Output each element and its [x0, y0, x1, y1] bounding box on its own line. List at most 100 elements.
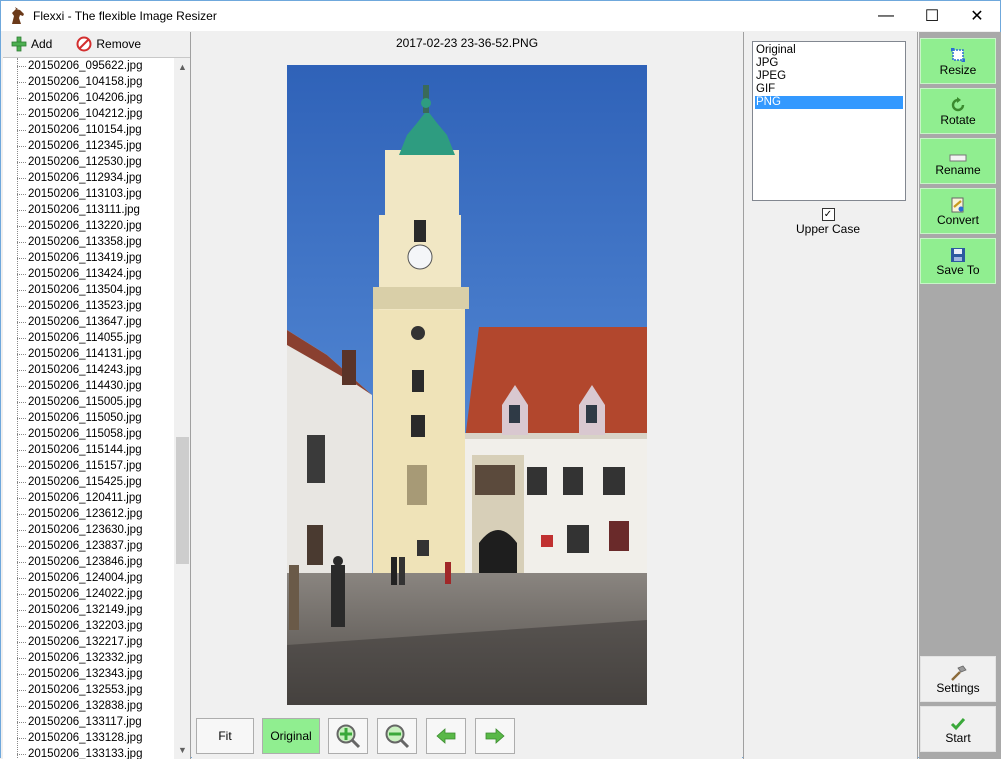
file-list-item[interactable]: 20150206_113111.jpg: [3, 202, 173, 218]
arrow-right-icon: [485, 728, 505, 744]
save-to-label: Save To: [936, 263, 980, 277]
file-list-item[interactable]: 20150206_132838.jpg: [3, 698, 173, 714]
convert-button[interactable]: Convert: [920, 188, 996, 234]
original-size-button[interactable]: Original: [262, 718, 320, 754]
file-list-item[interactable]: 20150206_115144.jpg: [3, 442, 173, 458]
fit-button[interactable]: Fit: [196, 718, 254, 754]
file-list-item[interactable]: 20150206_112934.jpg: [3, 170, 173, 186]
rename-icon: [949, 154, 967, 162]
file-list-item[interactable]: 20150206_114243.jpg: [3, 362, 173, 378]
file-list-item[interactable]: 20150206_113424.jpg: [3, 266, 173, 282]
minimize-button[interactable]: —: [863, 1, 909, 31]
file-list[interactable]: 20150206_095622.jpg 20150206_104158.jpg 20…: [3, 57, 190, 759]
file-list-item[interactable]: 20150206_132332.jpg: [3, 650, 173, 666]
file-list-item[interactable]: 20150206_104212.jpg: [3, 106, 173, 122]
upper-case-checkbox[interactable]: ✓: [821, 208, 835, 221]
file-list-item[interactable]: 20150206_115058.jpg: [3, 426, 173, 442]
resize-label: Resize: [939, 63, 977, 77]
previous-image-button[interactable]: [426, 718, 466, 754]
file-list-item[interactable]: 20150206_133133.jpg: [3, 746, 173, 759]
file-list-item[interactable]: 20150206_112530.jpg: [3, 154, 173, 170]
file-list-item[interactable]: 20150206_114430.jpg: [3, 378, 173, 394]
plus-icon: [11, 36, 27, 52]
file-list-item[interactable]: 20150206_115005.jpg: [3, 394, 173, 410]
app-window: Flexxi - The flexible Image Resizer — ☐ …: [0, 0, 1001, 759]
file-list-item[interactable]: 20150206_095622.jpg: [3, 58, 173, 74]
close-button[interactable]: ✕: [954, 1, 1000, 31]
settings-label: Settings: [936, 681, 980, 695]
format-option[interactable]: PNG: [755, 96, 903, 109]
preview-image: [287, 65, 647, 705]
file-list-item[interactable]: 20150206_113523.jpg: [3, 298, 173, 314]
file-toolbar: Add Remove: [1, 32, 191, 56]
file-list-item[interactable]: 20150206_133117.jpg: [3, 714, 173, 730]
save-to-button[interactable]: Save To: [920, 238, 996, 284]
add-button[interactable]: Add: [7, 33, 56, 55]
file-list-item[interactable]: 20150206_113647.jpg: [3, 314, 173, 330]
format-list[interactable]: Original JPG JPEG GIF PNG: [752, 41, 906, 201]
scrollbar-thumb[interactable]: [176, 437, 189, 564]
file-list-item[interactable]: 20150206_124004.jpg: [3, 570, 173, 586]
file-list-item[interactable]: 20150206_123837.jpg: [3, 538, 173, 554]
file-list-item[interactable]: 20150206_124022.jpg: [3, 586, 173, 602]
rotate-button[interactable]: Rotate: [920, 88, 996, 134]
file-list-item[interactable]: 20150206_132203.jpg: [3, 618, 173, 634]
file-list-scrollbar[interactable]: ▲ ▼: [174, 58, 190, 759]
file-list-item[interactable]: 20150206_132553.jpg: [3, 682, 173, 698]
view-toolbar: Fit Original: [192, 718, 742, 756]
file-list-item[interactable]: 20150206_132217.jpg: [3, 634, 173, 650]
zoom-in-button[interactable]: [328, 718, 368, 754]
options-panel: Original JPG JPEG GIF PNG ✓ Upper Case: [743, 32, 918, 759]
preview-filename: 2017-02-23 23-36-52.PNG: [395, 36, 539, 50]
title-bar: Flexxi - The flexible Image Resizer — ☐ …: [1, 1, 1000, 31]
remove-icon: [76, 36, 92, 52]
zoom-out-button[interactable]: [377, 718, 417, 754]
file-list-item[interactable]: 20150206_113419.jpg: [3, 250, 173, 266]
file-list-item[interactable]: 20150206_115425.jpg: [3, 474, 173, 490]
file-list-item[interactable]: 20150206_110154.jpg: [3, 122, 173, 138]
format-option[interactable]: GIF: [755, 83, 903, 96]
file-list-item[interactable]: 20150206_123612.jpg: [3, 506, 173, 522]
scroll-down-icon[interactable]: ▼: [174, 741, 190, 758]
window-title: Flexxi - The flexible Image Resizer: [33, 9, 217, 23]
settings-button[interactable]: Settings: [920, 656, 996, 702]
next-image-button[interactable]: [475, 718, 515, 754]
file-list-item[interactable]: 20150206_123846.jpg: [3, 554, 173, 570]
file-list-item[interactable]: 20150206_113103.jpg: [3, 186, 173, 202]
rename-button[interactable]: Rename: [920, 138, 996, 184]
upper-case-label: Upper Case: [795, 222, 861, 236]
file-list-item[interactable]: 20150206_123630.jpg: [3, 522, 173, 538]
rotate-icon: [951, 97, 965, 112]
upper-case-option: ✓ Upper Case: [744, 208, 912, 236]
file-list-item[interactable]: 20150206_120411.jpg: [3, 490, 173, 506]
maximize-button[interactable]: ☐: [909, 1, 955, 31]
floppy-disk-icon: [951, 248, 965, 262]
file-list-item[interactable]: 20150206_114055.jpg: [3, 330, 173, 346]
start-button[interactable]: Start: [920, 706, 996, 752]
file-list-item[interactable]: 20150206_112345.jpg: [3, 138, 173, 154]
file-list-item[interactable]: 20150206_114131.jpg: [3, 346, 173, 362]
horse-logo-icon: [12, 7, 24, 24]
scroll-up-icon[interactable]: ▲: [174, 58, 190, 75]
file-list-item[interactable]: 20150206_113504.jpg: [3, 282, 173, 298]
format-option[interactable]: JPEG: [755, 70, 903, 83]
file-list-item[interactable]: 20150206_104158.jpg: [3, 74, 173, 90]
file-items: 20150206_095622.jpg 20150206_104158.jpg 20…: [3, 58, 173, 759]
remove-button[interactable]: Remove: [72, 33, 145, 55]
file-list-item[interactable]: 20150206_133128.jpg: [3, 730, 173, 746]
start-label: Start: [945, 731, 971, 745]
file-list-item[interactable]: 20150206_132343.jpg: [3, 666, 173, 682]
file-list-item[interactable]: 20150206_113358.jpg: [3, 234, 173, 250]
remove-label: Remove: [96, 37, 142, 51]
file-list-item[interactable]: 20150206_104206.jpg: [3, 90, 173, 106]
convert-icon: [951, 197, 964, 213]
action-column: Resize Rotate Rename Convert Save To Set…: [919, 32, 1001, 759]
resize-button[interactable]: Resize: [920, 38, 996, 84]
file-list-item[interactable]: 20150206_113220.jpg: [3, 218, 173, 234]
format-option[interactable]: Original: [755, 44, 903, 57]
file-list-item[interactable]: 20150206_132149.jpg: [3, 602, 173, 618]
file-list-item[interactable]: 20150206_115157.jpg: [3, 458, 173, 474]
file-list-item[interactable]: 20150206_115050.jpg: [3, 410, 173, 426]
add-label: Add: [31, 37, 53, 51]
format-option[interactable]: JPG: [755, 57, 903, 70]
